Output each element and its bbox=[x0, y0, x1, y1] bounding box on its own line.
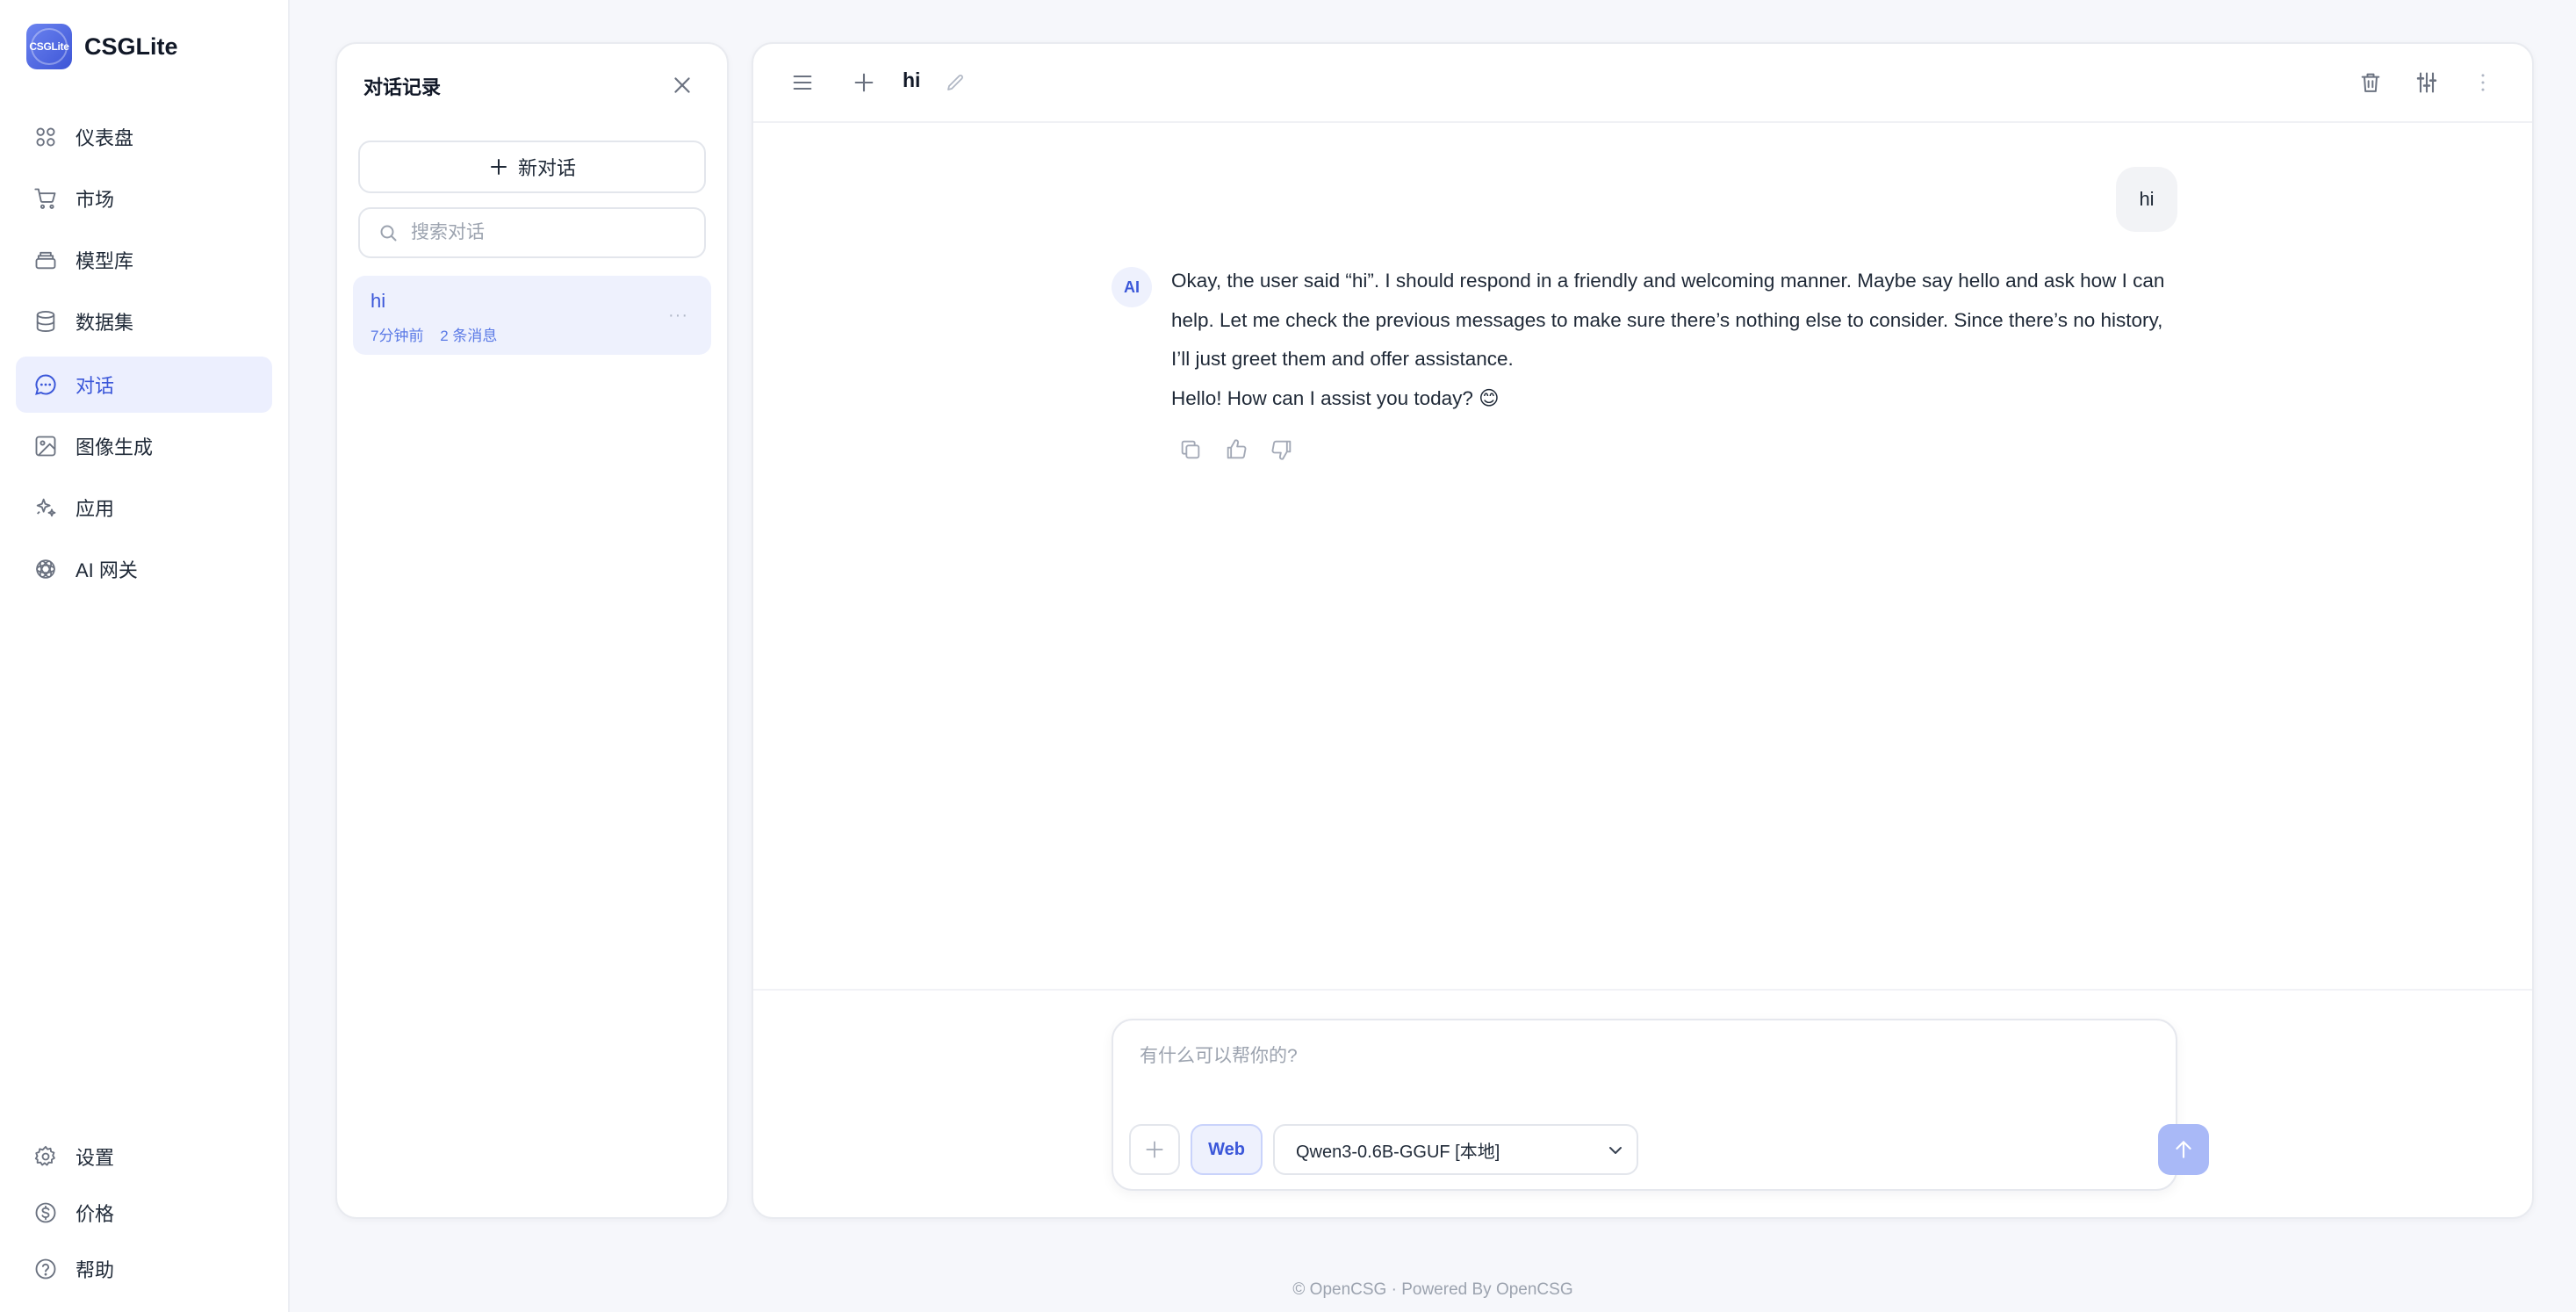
app-logo: CSGLite bbox=[26, 24, 72, 69]
assistant-thinking-text: Okay, the user said “hi”. I should respo… bbox=[1171, 270, 2165, 370]
more-vertical-icon[interactable] bbox=[2471, 70, 2495, 95]
model-select-value: Qwen3-0.6B-GGUF [本地] bbox=[1296, 1142, 1500, 1162]
sidebar-item-apps[interactable]: 应用 bbox=[16, 479, 272, 536]
conversation-list-item[interactable]: hi 7分钟前 2 条消息 ··· bbox=[353, 276, 711, 355]
sidebar-item-label: 仪表盘 bbox=[76, 127, 134, 149]
brand[interactable]: CSGLite CSGLite bbox=[26, 24, 178, 69]
sidebar-item-label: 应用 bbox=[76, 498, 115, 520]
sidebar-item-chat[interactable]: 对话 bbox=[16, 357, 272, 413]
sidebar-item-label: 价格 bbox=[76, 1203, 115, 1225]
sidebar-item-label: 帮助 bbox=[76, 1259, 115, 1281]
history-panel-title: 对话记录 bbox=[363, 76, 442, 98]
new-chat-plus-icon[interactable] bbox=[852, 70, 876, 95]
openai-knot-icon bbox=[36, 559, 55, 579]
send-button[interactable] bbox=[2158, 1124, 2209, 1175]
sidebar-item-label: 设置 bbox=[76, 1147, 115, 1169]
sidebar-item-label: 市场 bbox=[76, 189, 115, 211]
main-sidebar: CSGLite CSGLite 仪表盘 市场 模型库 数据集 对话 图像生成 应… bbox=[0, 0, 290, 1312]
logo-text: CSGLite bbox=[29, 40, 69, 53]
dollar-circle-icon bbox=[35, 1202, 56, 1223]
message-input[interactable] bbox=[1140, 1042, 2141, 1094]
page-footer: © OpenCSG · Powered By OpenCSG bbox=[1292, 1280, 1573, 1299]
menu-icon[interactable] bbox=[790, 70, 815, 95]
sidebar-item-image-gen[interactable]: 图像生成 bbox=[16, 418, 272, 474]
thumbs-up-icon[interactable] bbox=[1224, 437, 1248, 462]
search-icon bbox=[380, 225, 397, 241]
web-search-toggle[interactable]: Web bbox=[1191, 1124, 1263, 1175]
close-icon[interactable] bbox=[671, 74, 694, 97]
gear-icon bbox=[34, 1145, 55, 1166]
sparkles-icon bbox=[36, 498, 56, 517]
sidebar-item-dashboard[interactable]: 仪表盘 bbox=[16, 109, 272, 165]
sidebar-item-label: 数据集 bbox=[76, 312, 134, 334]
dashboard-grid-icon bbox=[36, 127, 55, 147]
sidebar-item-help[interactable]: 帮助 bbox=[16, 1241, 272, 1297]
database-icon bbox=[36, 310, 55, 333]
composer-divider bbox=[753, 989, 2532, 991]
sidebar-item-pricing[interactable]: 价格 bbox=[16, 1185, 272, 1241]
sliders-icon[interactable] bbox=[2414, 70, 2439, 95]
conversation-search[interactable] bbox=[358, 207, 706, 258]
question-circle-icon bbox=[35, 1258, 56, 1280]
layers-icon bbox=[35, 251, 56, 270]
conversation-meta: 7分钟前 2 条消息 bbox=[371, 323, 497, 345]
message-composer: Web Qwen3-0.6B-GGUF [本地] bbox=[1112, 1019, 2209, 1191]
thumbs-down-icon[interactable] bbox=[1270, 437, 1294, 462]
attach-button[interactable] bbox=[1129, 1124, 1180, 1175]
conversation-title: hi bbox=[371, 290, 386, 312]
chat-toolbar: hi bbox=[753, 44, 2532, 123]
sidebar-item-label: 图像生成 bbox=[76, 436, 154, 458]
new-chat-label: 新对话 bbox=[517, 157, 576, 179]
more-options-icon[interactable]: ··· bbox=[668, 306, 688, 326]
ai-avatar: AI bbox=[1112, 267, 1152, 307]
conversation-time: 7分钟前 bbox=[371, 328, 424, 344]
sidebar-item-settings[interactable]: 设置 bbox=[16, 1128, 272, 1185]
copy-icon[interactable] bbox=[1178, 437, 1203, 462]
message-actions bbox=[1178, 437, 1294, 462]
assistant-message: Okay, the user said “hi”. I should respo… bbox=[1171, 262, 2172, 418]
trash-icon[interactable] bbox=[2358, 70, 2383, 95]
sidebar-item-ai-gateway[interactable]: AI 网关 bbox=[16, 541, 272, 597]
chat-bubble-icon bbox=[35, 374, 56, 395]
search-input[interactable] bbox=[411, 222, 692, 243]
assistant-reply-text: Hello! How can I assist you today? 😊 bbox=[1171, 386, 1500, 409]
chat-panel: hi hi AI Okay, the user said “hi”. I sho… bbox=[752, 42, 2534, 1219]
plus-icon bbox=[490, 159, 507, 175]
sidebar-item-label: 模型库 bbox=[76, 250, 134, 272]
sidebar-item-market[interactable]: 市场 bbox=[16, 170, 272, 227]
app-name: CSGLite bbox=[84, 32, 178, 60]
user-message-bubble: hi bbox=[2116, 167, 2177, 232]
sidebar-item-label: AI 网关 bbox=[76, 559, 138, 581]
arrow-up-icon bbox=[2176, 1141, 2191, 1158]
edit-pencil-icon[interactable] bbox=[945, 72, 966, 93]
conversation-history-panel: 对话记录 新对话 hi 7分钟前 2 条消息 ··· bbox=[335, 42, 729, 1219]
sidebar-item-models[interactable]: 模型库 bbox=[16, 232, 272, 288]
image-icon bbox=[35, 436, 56, 457]
chat-title: hi bbox=[903, 68, 921, 91]
sidebar-item-datasets[interactable]: 数据集 bbox=[16, 293, 272, 350]
model-select[interactable]: Qwen3-0.6B-GGUF [本地] bbox=[1273, 1124, 1638, 1175]
cart-icon bbox=[34, 188, 56, 209]
new-chat-button[interactable]: 新对话 bbox=[358, 141, 706, 193]
sidebar-item-label: 对话 bbox=[76, 375, 115, 397]
chevron-down-icon bbox=[1609, 1147, 1622, 1154]
conversation-message-count: 2 条消息 bbox=[440, 328, 498, 344]
plus-icon bbox=[1146, 1141, 1163, 1158]
